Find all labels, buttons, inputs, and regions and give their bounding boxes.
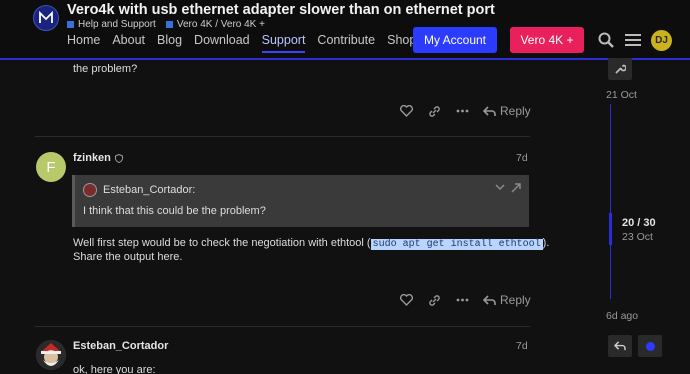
post-divider [35, 136, 530, 137]
search-icon[interactable] [596, 30, 616, 50]
timeline-position: 20 / 30 [622, 217, 656, 229]
avatar[interactable] [36, 340, 66, 370]
santa-avatar-icon [36, 340, 66, 370]
reply-arrow-icon [614, 341, 626, 351]
crumb-help-and-support[interactable]: Help and Support [67, 19, 156, 30]
post-divider [35, 326, 530, 327]
category-badge-icon [67, 21, 74, 28]
nav-blog[interactable]: Blog [157, 33, 182, 53]
previous-post-text: the problem? [73, 63, 138, 75]
post-body-line1: Well first step would be to check the ne… [73, 237, 550, 250]
reply-arrow-icon [483, 105, 496, 116]
post-date[interactable]: 7d [516, 152, 528, 164]
main-nav: Home About Blog Download Support Contrib… [67, 33, 428, 53]
post-date[interactable]: 7d [516, 340, 528, 352]
osmc-logo-icon[interactable] [33, 5, 59, 31]
share-link-icon[interactable] [427, 104, 441, 118]
jump-to-post-icon[interactable] [511, 183, 521, 193]
user-avatar[interactable]: DJ [651, 30, 672, 51]
my-account-button[interactable]: My Account [413, 27, 497, 53]
crumb-vero-4k[interactable]: Vero 4K / Vero 4K + [165, 19, 265, 30]
nav-shop[interactable]: Shop [387, 33, 416, 53]
timeline-reply-button[interactable] [608, 335, 632, 357]
quote-text: I think that this could be the problem? [83, 205, 266, 217]
shield-icon [114, 153, 123, 163]
topic-title[interactable]: Vero4k with usb ethernet adapter slower … [67, 2, 495, 18]
post-body-line2: Share the output here. [73, 251, 183, 263]
chevron-down-icon[interactable] [495, 183, 505, 191]
more-dots-icon[interactable] [455, 293, 469, 307]
timeline-handle[interactable] [609, 213, 612, 245]
site-header: Vero4k with usb ethernet adapter slower … [0, 0, 690, 60]
nav-about[interactable]: About [112, 33, 145, 53]
nav-support[interactable]: Support [261, 33, 306, 53]
quote-header: Esteban_Cortador: [83, 183, 195, 197]
nav-download[interactable]: Download [194, 33, 250, 53]
like-heart-icon[interactable] [399, 104, 413, 118]
breadcrumb: Help and Support Vero 4K / Vero 4K + [67, 19, 265, 30]
nav-contribute[interactable]: Contribute [317, 33, 375, 53]
quote-avatar [83, 183, 97, 197]
more-dots-icon[interactable] [455, 104, 469, 118]
admin-wrench-button[interactable] [608, 58, 632, 80]
quote-block: Esteban_Cortador: I think that this coul… [72, 175, 529, 227]
like-heart-icon[interactable] [399, 293, 413, 307]
timeline-rail[interactable] [610, 104, 611, 299]
share-link-icon[interactable] [427, 293, 441, 307]
avatar[interactable]: F [36, 152, 66, 182]
nav-home[interactable]: Home [67, 33, 100, 53]
timeline-end-date[interactable]: 6d ago [606, 310, 638, 322]
vero-4k-button[interactable]: Vero 4K + [510, 27, 584, 53]
category-badge-icon [165, 21, 173, 28]
notification-level-button[interactable] [638, 335, 662, 357]
reply-button[interactable]: Reply [483, 104, 531, 118]
post-username[interactable]: fzinken [73, 152, 123, 164]
quote-controls [495, 183, 521, 193]
post-username[interactable]: Esteban_Cortador [73, 340, 168, 352]
reply-arrow-icon [483, 294, 496, 305]
wrench-icon [615, 64, 626, 74]
previous-post-actions: Reply [399, 104, 531, 118]
post-actions: Reply [399, 293, 531, 307]
timeline-start-date[interactable]: 21 Oct [606, 89, 637, 101]
reply-button[interactable]: Reply [483, 293, 531, 307]
tracking-dot-icon [645, 341, 655, 351]
post-body: ok, here you are: [73, 364, 156, 374]
timeline-position-date: 23 Oct [622, 231, 653, 243]
hamburger-menu-icon[interactable] [623, 30, 643, 50]
code-snippet: sudo apt get install ethtool [370, 239, 543, 250]
